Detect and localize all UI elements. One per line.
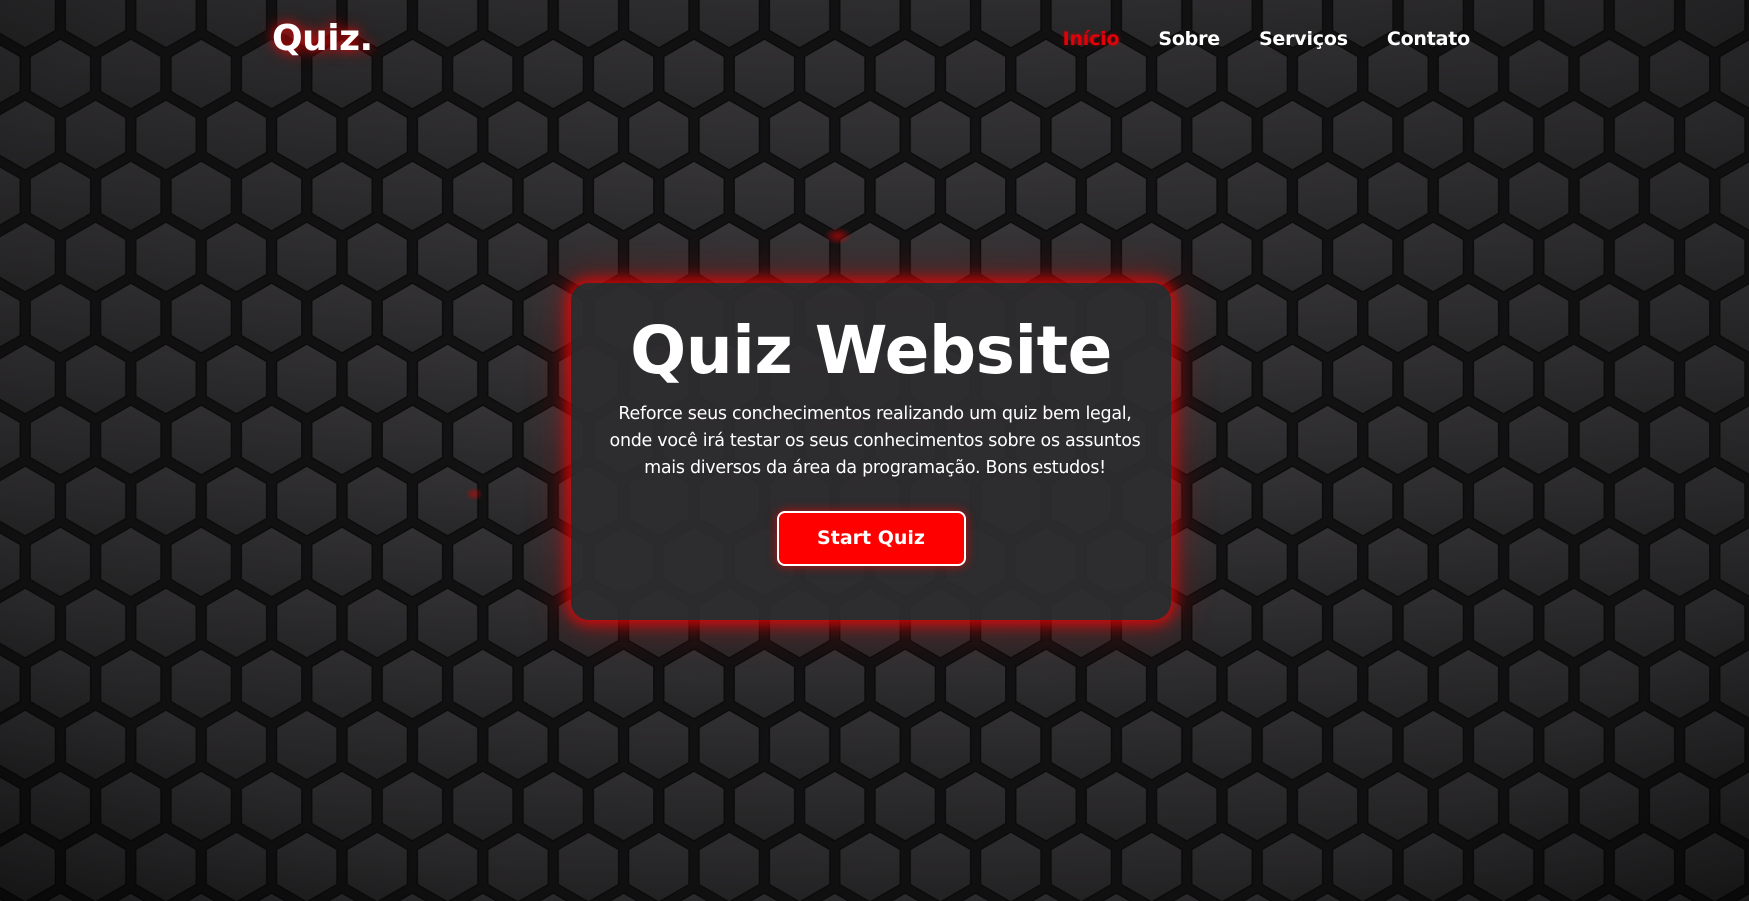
nav-link-sobre[interactable]: Sobre (1158, 28, 1220, 50)
main-nav: Início Sobre Serviços Contato (1024, 28, 1471, 50)
nav-link-inicio[interactable]: Início (1063, 28, 1120, 50)
site-header: Quiz. Início Sobre Serviços Contato (0, 0, 1749, 86)
nav-link-contato[interactable]: Contato (1387, 28, 1470, 50)
nav-link-servicos[interactable]: Serviços (1259, 28, 1348, 50)
site-logo[interactable]: Quiz. (272, 18, 373, 59)
hero-title: Quiz Website (630, 312, 1112, 389)
hero-description: Reforce seus conchecimentos realizando u… (609, 404, 1141, 478)
hero-card: Quiz Website Reforce seus conchecimentos… (571, 283, 1171, 620)
start-quiz-button[interactable]: Start Quiz (776, 511, 966, 566)
